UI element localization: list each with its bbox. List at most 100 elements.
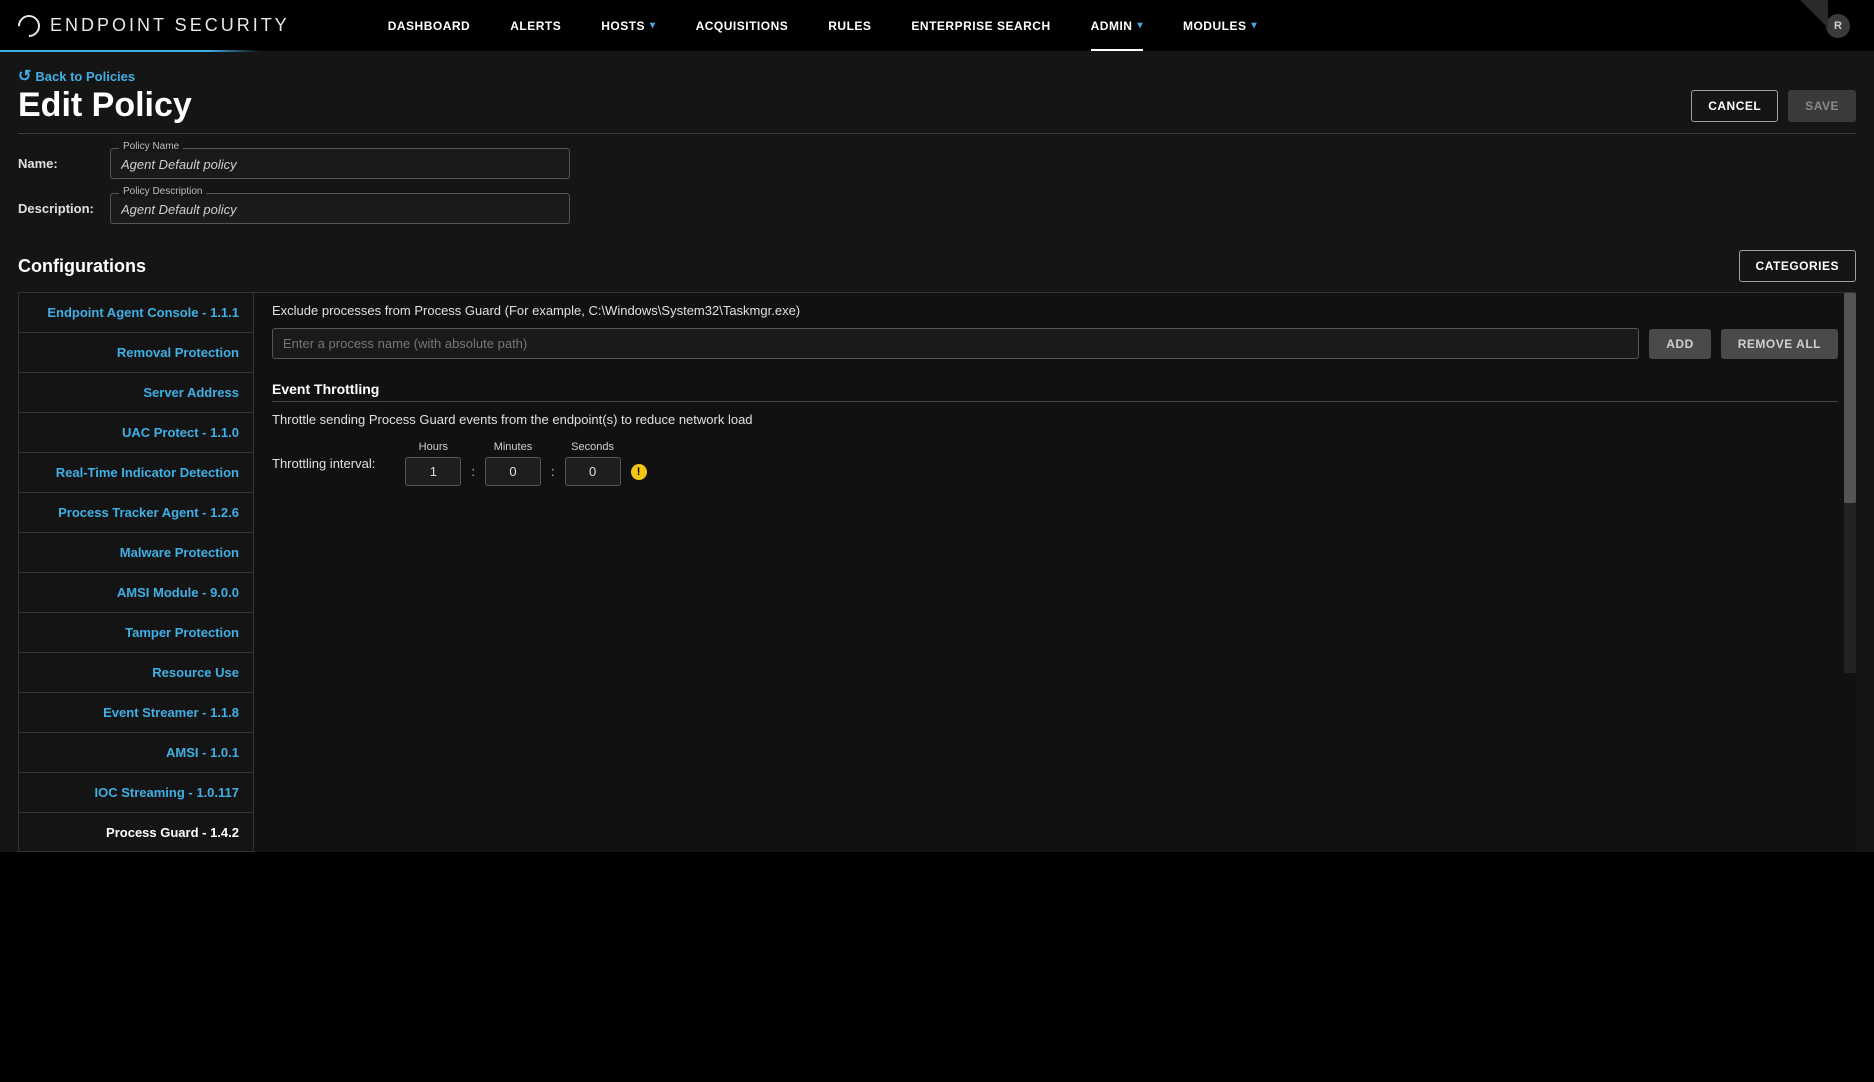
nav-item-label: DASHBOARD — [388, 19, 471, 33]
seconds-group: Seconds — [565, 441, 621, 486]
sidebar-item[interactable]: UAC Protect - 1.1.0 — [19, 413, 253, 453]
sidebar-item[interactable]: AMSI - 1.0.1 — [19, 733, 253, 773]
config-header: Configurations CATEGORIES — [18, 250, 1856, 282]
exclusion-input-row: ADD REMOVE ALL — [272, 328, 1838, 359]
hours-group: Hours — [405, 441, 461, 486]
sidebar-item[interactable]: Tamper Protection — [19, 613, 253, 653]
sidebar-item-label: Endpoint Agent Console - 1.1.1 — [47, 305, 239, 320]
nav-item-dashboard[interactable]: DASHBOARD — [368, 0, 491, 51]
nav-item-acquisitions[interactable]: ACQUISITIONS — [676, 0, 809, 51]
nav-item-alerts[interactable]: ALERTS — [490, 0, 581, 51]
save-button[interactable]: SAVE — [1788, 90, 1856, 122]
nav-item-enterprise-search[interactable]: ENTERPRISE SEARCH — [891, 0, 1070, 51]
chevron-down-icon: ▾ — [1137, 20, 1143, 31]
sidebar-item[interactable]: Resource Use — [19, 653, 253, 693]
page-title: Edit Policy — [18, 86, 192, 125]
sidebar-item[interactable]: Removal Protection — [19, 333, 253, 373]
sidebar-item-label: AMSI Module - 9.0.0 — [117, 585, 239, 600]
nav-item-label: ALERTS — [510, 19, 561, 33]
sidebar-item[interactable]: Real-Time Indicator Detection — [19, 453, 253, 493]
brand-underline — [0, 50, 260, 52]
event-throttling-title: Event Throttling — [272, 381, 1838, 402]
seconds-input[interactable] — [565, 457, 621, 486]
topbar-right: R — [1826, 14, 1874, 38]
sidebar-item-label: Resource Use — [152, 665, 239, 680]
sidebar-item[interactable]: Server Address — [19, 373, 253, 413]
description-legend: Policy Description — [119, 186, 206, 197]
avatar[interactable]: R — [1826, 14, 1850, 38]
remove-all-button[interactable]: REMOVE ALL — [1721, 329, 1838, 359]
nav-item-hosts[interactable]: HOSTS ▾ — [581, 0, 675, 51]
categories-button[interactable]: CATEGORIES — [1739, 250, 1856, 282]
colon-separator: : — [471, 464, 475, 479]
sidebar-item-label: UAC Protect - 1.1.0 — [122, 425, 239, 440]
event-throttling-desc: Throttle sending Process Guard events fr… — [272, 412, 1838, 427]
sidebar-item-label: Server Address — [143, 385, 239, 400]
back-arrow-icon: ↻ — [18, 66, 31, 86]
brand-area: ENDPOINT SECURITY — [0, 0, 308, 51]
chevron-down-icon: ▾ — [1251, 20, 1257, 31]
nav-item-label: ENTERPRISE SEARCH — [911, 19, 1050, 33]
nav-item-label: RULES — [828, 19, 871, 33]
nav-item-label: MODULES — [1183, 19, 1247, 33]
minutes-group: Minutes — [485, 441, 541, 486]
chevron-down-icon: ▾ — [650, 20, 656, 31]
description-fieldset: Policy Description — [110, 193, 570, 224]
page-header: Edit Policy CANCEL SAVE — [18, 86, 1856, 134]
back-to-policies-link[interactable]: ↻ Back to Policies — [18, 66, 135, 86]
sidebar-item-label: Removal Protection — [117, 345, 239, 360]
throttle-interval-label: Throttling interval: — [272, 456, 375, 471]
policy-description-input[interactable] — [121, 202, 559, 217]
corner-decoration — [1800, 0, 1828, 28]
sidebar-item-label: AMSI - 1.0.1 — [166, 745, 239, 760]
description-label: Description: — [18, 201, 110, 216]
minutes-input[interactable] — [485, 457, 541, 486]
nav-item-label: ACQUISITIONS — [696, 19, 789, 33]
nav-item-label: ADMIN — [1091, 19, 1133, 33]
header-actions: CANCEL SAVE — [1691, 90, 1856, 122]
name-fieldset: Policy Name — [110, 148, 570, 179]
nav-menu: DASHBOARD ALERTS HOSTS ▾ ACQUISITIONS RULES EN… — [368, 0, 1277, 51]
sidebar-item-label: Real-Time Indicator Detection — [56, 465, 239, 480]
configurations-title: Configurations — [18, 256, 146, 277]
sidebar-item-label: Process Guard - 1.4.2 — [106, 825, 239, 840]
nav-item-admin[interactable]: ADMIN ▾ — [1071, 0, 1163, 51]
seconds-header: Seconds — [571, 441, 614, 453]
warning-icon: ! — [631, 464, 647, 480]
brand-text: ENDPOINT SECURITY — [50, 15, 290, 36]
sidebar-item[interactable]: Process Guard - 1.4.2 — [19, 813, 253, 852]
sidebar-item-label: Tamper Protection — [125, 625, 239, 640]
page-body: ↻ Back to Policies Edit Policy CANCEL SA… — [0, 52, 1874, 852]
sidebar-item[interactable]: Event Streamer - 1.1.8 — [19, 693, 253, 733]
sidebar-item[interactable]: Malware Protection — [19, 533, 253, 573]
config-content: Exclude processes from Process Guard (Fo… — [254, 292, 1856, 852]
add-button[interactable]: ADD — [1649, 329, 1711, 359]
sidebar-item[interactable]: IOC Streaming - 1.0.117 — [19, 773, 253, 813]
policy-name-input[interactable] — [121, 157, 559, 172]
sidebar-item-label: Process Tracker Agent - 1.2.6 — [58, 505, 239, 520]
sidebar-item[interactable]: Process Tracker Agent - 1.2.6 — [19, 493, 253, 533]
name-label: Name: — [18, 156, 110, 171]
colon-separator: : — [551, 464, 555, 479]
name-row: Name: Policy Name — [18, 148, 1856, 179]
nav-item-modules[interactable]: MODULES ▾ — [1163, 0, 1277, 51]
nav-item-label: HOSTS — [601, 19, 645, 33]
sidebar-item[interactable]: AMSI Module - 9.0.0 — [19, 573, 253, 613]
config-body: Endpoint Agent Console - 1.1.1 Removal Pr… — [18, 292, 1856, 852]
back-link-label: Back to Policies — [35, 69, 135, 84]
top-navbar: ENDPOINT SECURITY DASHBOARDALERTSHOSTS▾A… — [0, 0, 1874, 52]
sidebar-item-label: Event Streamer - 1.1.8 — [103, 705, 239, 720]
sidebar-item[interactable]: Endpoint Agent Console - 1.1.1 — [19, 293, 253, 333]
config-sidebar[interactable]: Endpoint Agent Console - 1.1.1 Removal Pr… — [18, 292, 254, 852]
logo-icon — [13, 10, 44, 41]
content-scrollbar-thumb[interactable] — [1844, 293, 1856, 503]
hours-header: Hours — [419, 441, 448, 453]
cancel-button[interactable]: CANCEL — [1691, 90, 1778, 122]
hours-input[interactable] — [405, 457, 461, 486]
nav-item-rules[interactable]: RULES — [808, 0, 891, 51]
name-legend: Policy Name — [119, 141, 183, 152]
minutes-header: Minutes — [494, 441, 533, 453]
process-exclusion-input[interactable] — [272, 328, 1639, 359]
sidebar-item-label: Malware Protection — [120, 545, 239, 560]
throttle-row: Throttling interval: Hours : Minutes : S… — [272, 441, 1838, 486]
